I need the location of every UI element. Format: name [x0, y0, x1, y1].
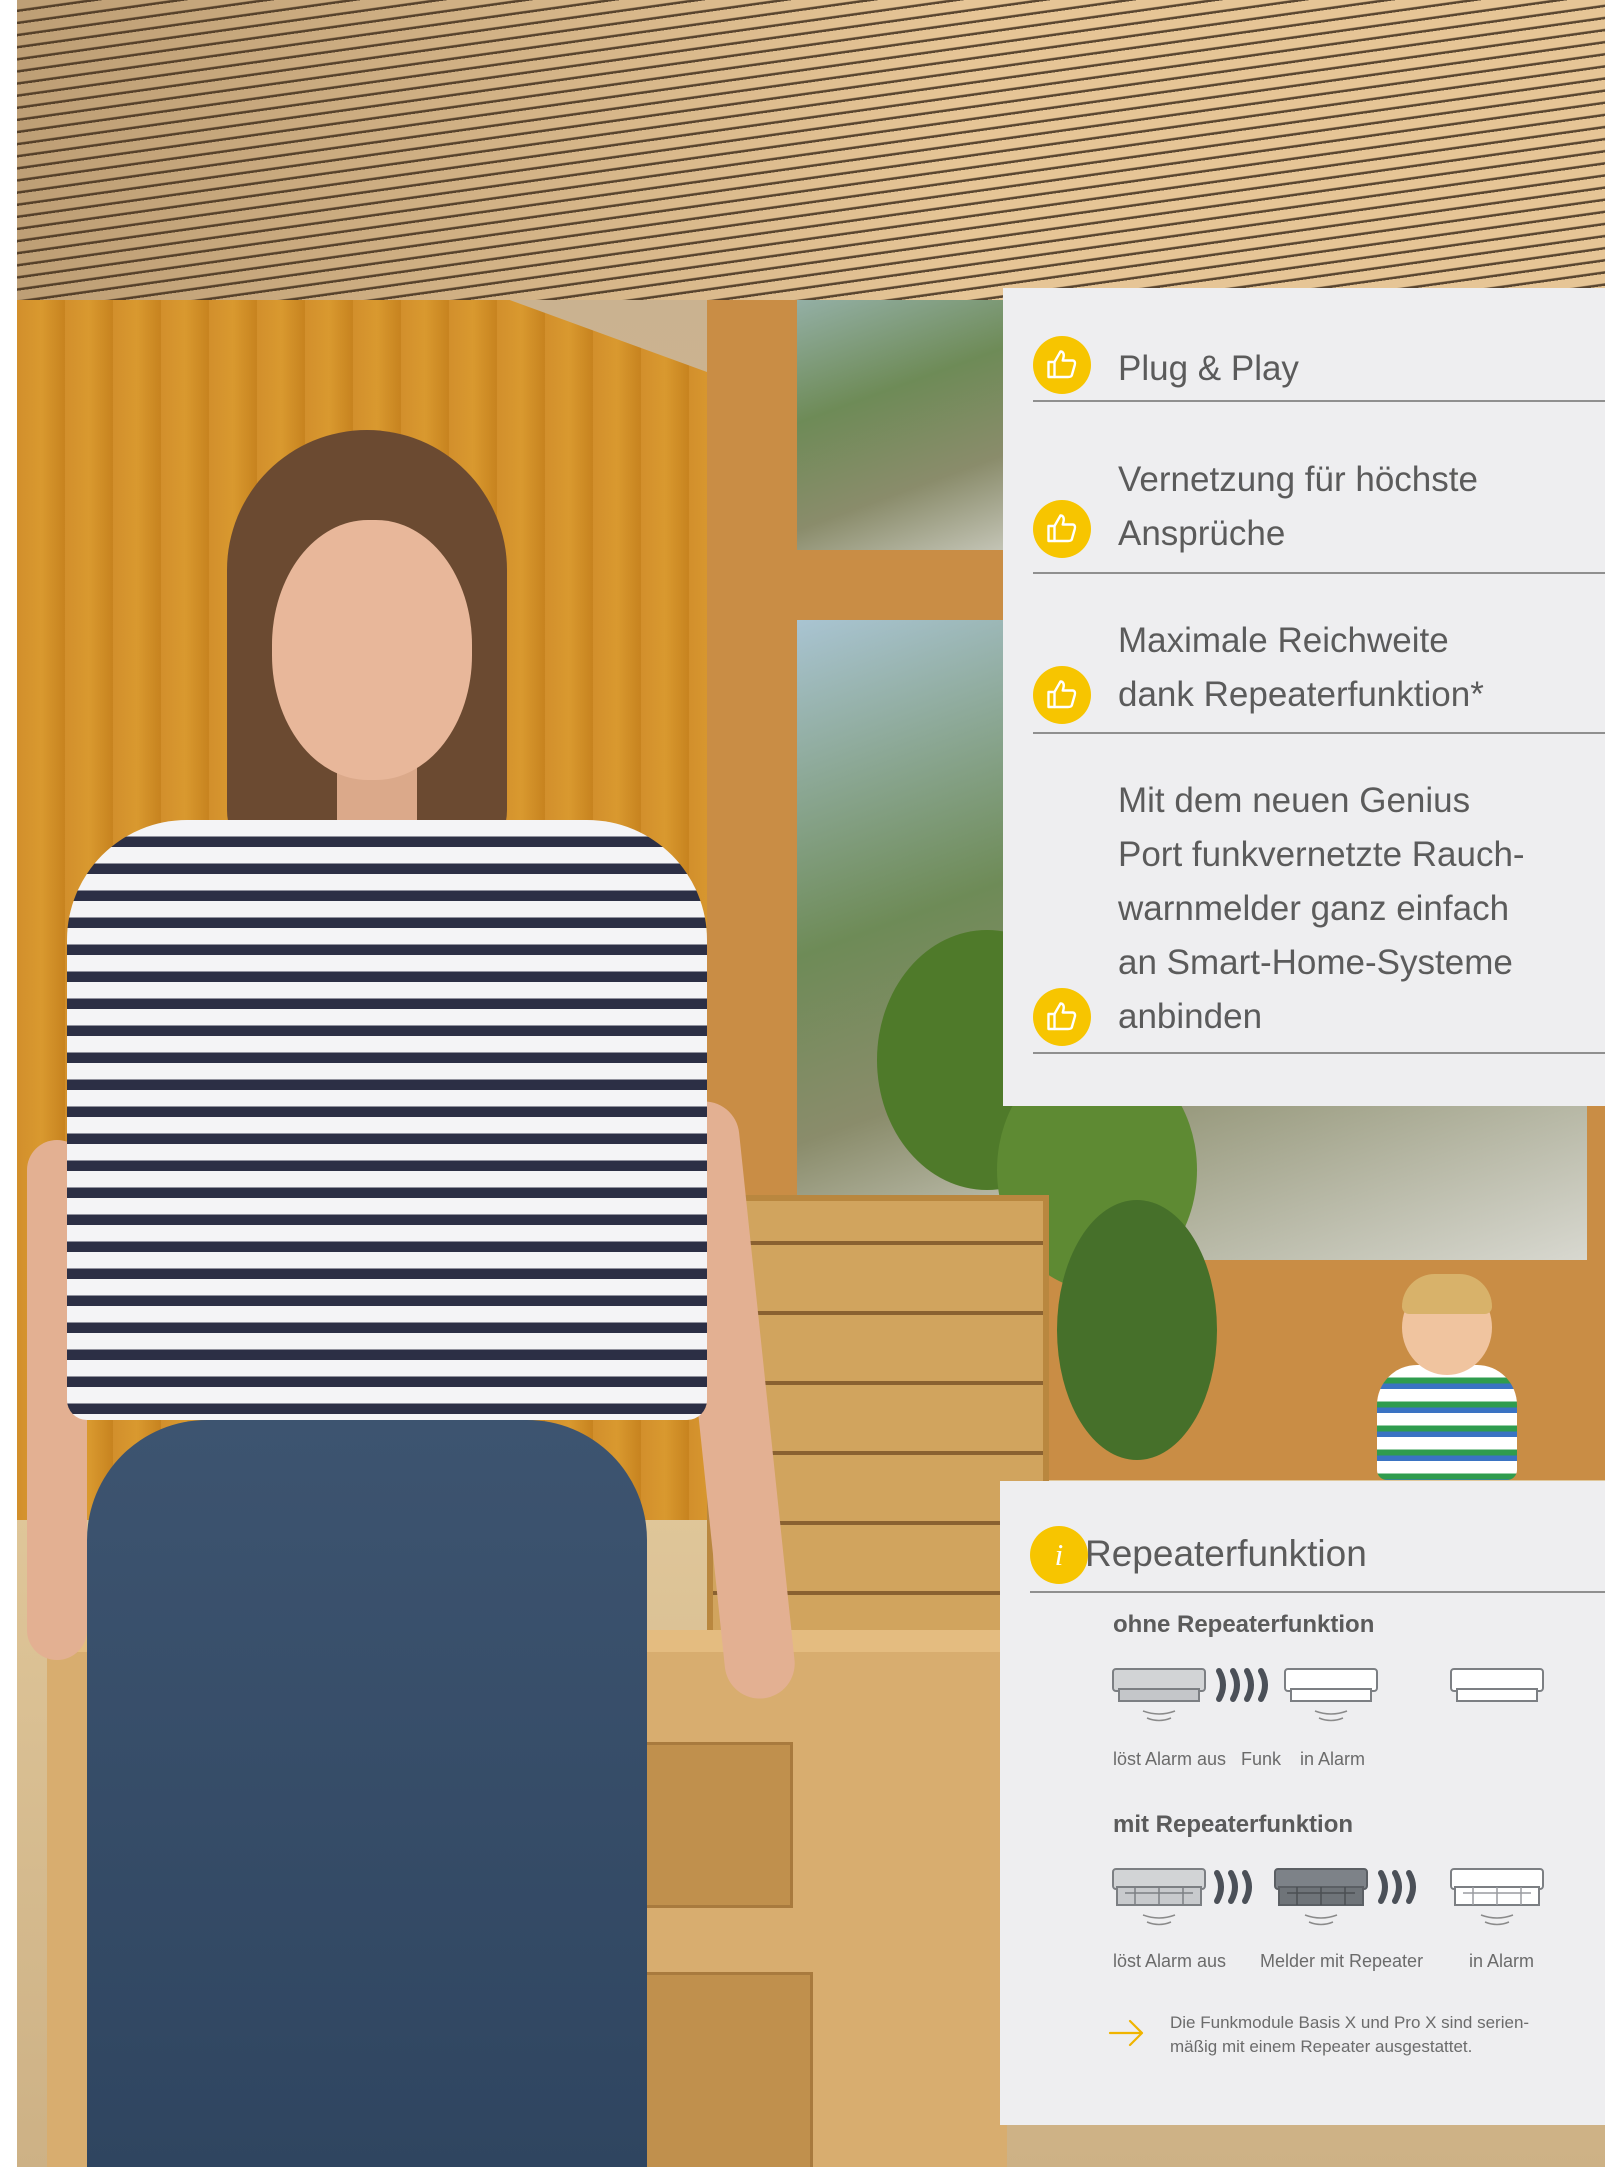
- jeans: [87, 1420, 647, 2167]
- thumbs-up-icon: [1033, 666, 1091, 724]
- without-repeater-diagram: [1112, 1668, 1544, 1722]
- thumbs-up-icon: [1033, 336, 1091, 394]
- feature-label: Mit dem neuen Genius: [1118, 781, 1471, 820]
- feature-label: Plug & Play: [1118, 349, 1299, 388]
- feature-item: Maximale Reichweite dank Repeaterfunktio…: [1033, 572, 1605, 734]
- feature-item: Vernetzung für höchste Ansprüche: [1033, 400, 1605, 574]
- features-panel: Plug & Play Vernetzung für höchste Anspr…: [1003, 288, 1605, 1106]
- woman-face: [272, 520, 472, 780]
- radio-waves-icon: [1214, 1870, 1252, 1904]
- feature-label: Port funkvernetzte Rauch-: [1118, 835, 1525, 874]
- feature-label: Vernetzung für höchste: [1118, 460, 1478, 499]
- feature-label: dank Repeaterfunktion*: [1118, 675, 1484, 714]
- smoke-detector-alarm: [1284, 1668, 1378, 1722]
- child: [1377, 1274, 1517, 1480]
- divider: [1030, 1591, 1605, 1593]
- info-title: Repeaterfunktion: [1085, 1533, 1367, 1574]
- with-repeater-heading: mit Repeaterfunktion: [1113, 1811, 1354, 1838]
- without-repeater-heading: ohne Repeaterfunktion: [1113, 1611, 1375, 1638]
- caption: Funk: [1241, 1749, 1282, 1769]
- info-icon: i: [1030, 1526, 1088, 1584]
- arrow-right-icon: [1108, 2019, 1144, 2047]
- smoke-detector-repeater: [1274, 1868, 1368, 1926]
- radio-waves-icon: [1378, 1870, 1416, 1904]
- smoke-detector-alarm: [1450, 1868, 1544, 1926]
- feature-label: Maximale Reichweite: [1118, 621, 1449, 660]
- repeater-note: Die Funkmodule Basis X und Pro X sind se…: [1170, 2013, 1530, 2056]
- feature-item: Plug & Play: [1033, 288, 1605, 402]
- striped-shirt: [67, 820, 707, 1420]
- repeater-info-panel: i Repeaterfunktion ohne Repeaterfunktion…: [1000, 1481, 1605, 2125]
- smoke-detector-triggering: [1112, 1668, 1206, 1722]
- thumbs-up-icon: [1033, 500, 1091, 558]
- smoke-detector-triggering: [1112, 1868, 1206, 1926]
- feature-item: Mit dem neuen Genius Port funkvernetzte …: [1033, 732, 1605, 1054]
- feature-label: Ansprüche: [1118, 514, 1286, 553]
- thumbs-up-icon: [1033, 988, 1091, 1046]
- feature-label: warnmelder ganz einfach: [1118, 889, 1510, 928]
- feature-label: an Smart-Home-Systeme: [1118, 943, 1513, 982]
- feature-label: anbinden: [1118, 997, 1263, 1036]
- caption: in Alarm: [1469, 1951, 1535, 1971]
- smoke-detector-idle: [1450, 1668, 1544, 1702]
- svg-text:i: i: [1055, 1538, 1064, 1572]
- radio-waves-icon: [1216, 1668, 1268, 1702]
- with-repeater-diagram: [1112, 1868, 1544, 1926]
- caption: löst Alarm aus: [1113, 1951, 1227, 1971]
- caption: löst Alarm aus: [1113, 1749, 1227, 1769]
- caption: Melder mit Repeater: [1260, 1951, 1424, 1971]
- caption: in Alarm: [1300, 1749, 1366, 1769]
